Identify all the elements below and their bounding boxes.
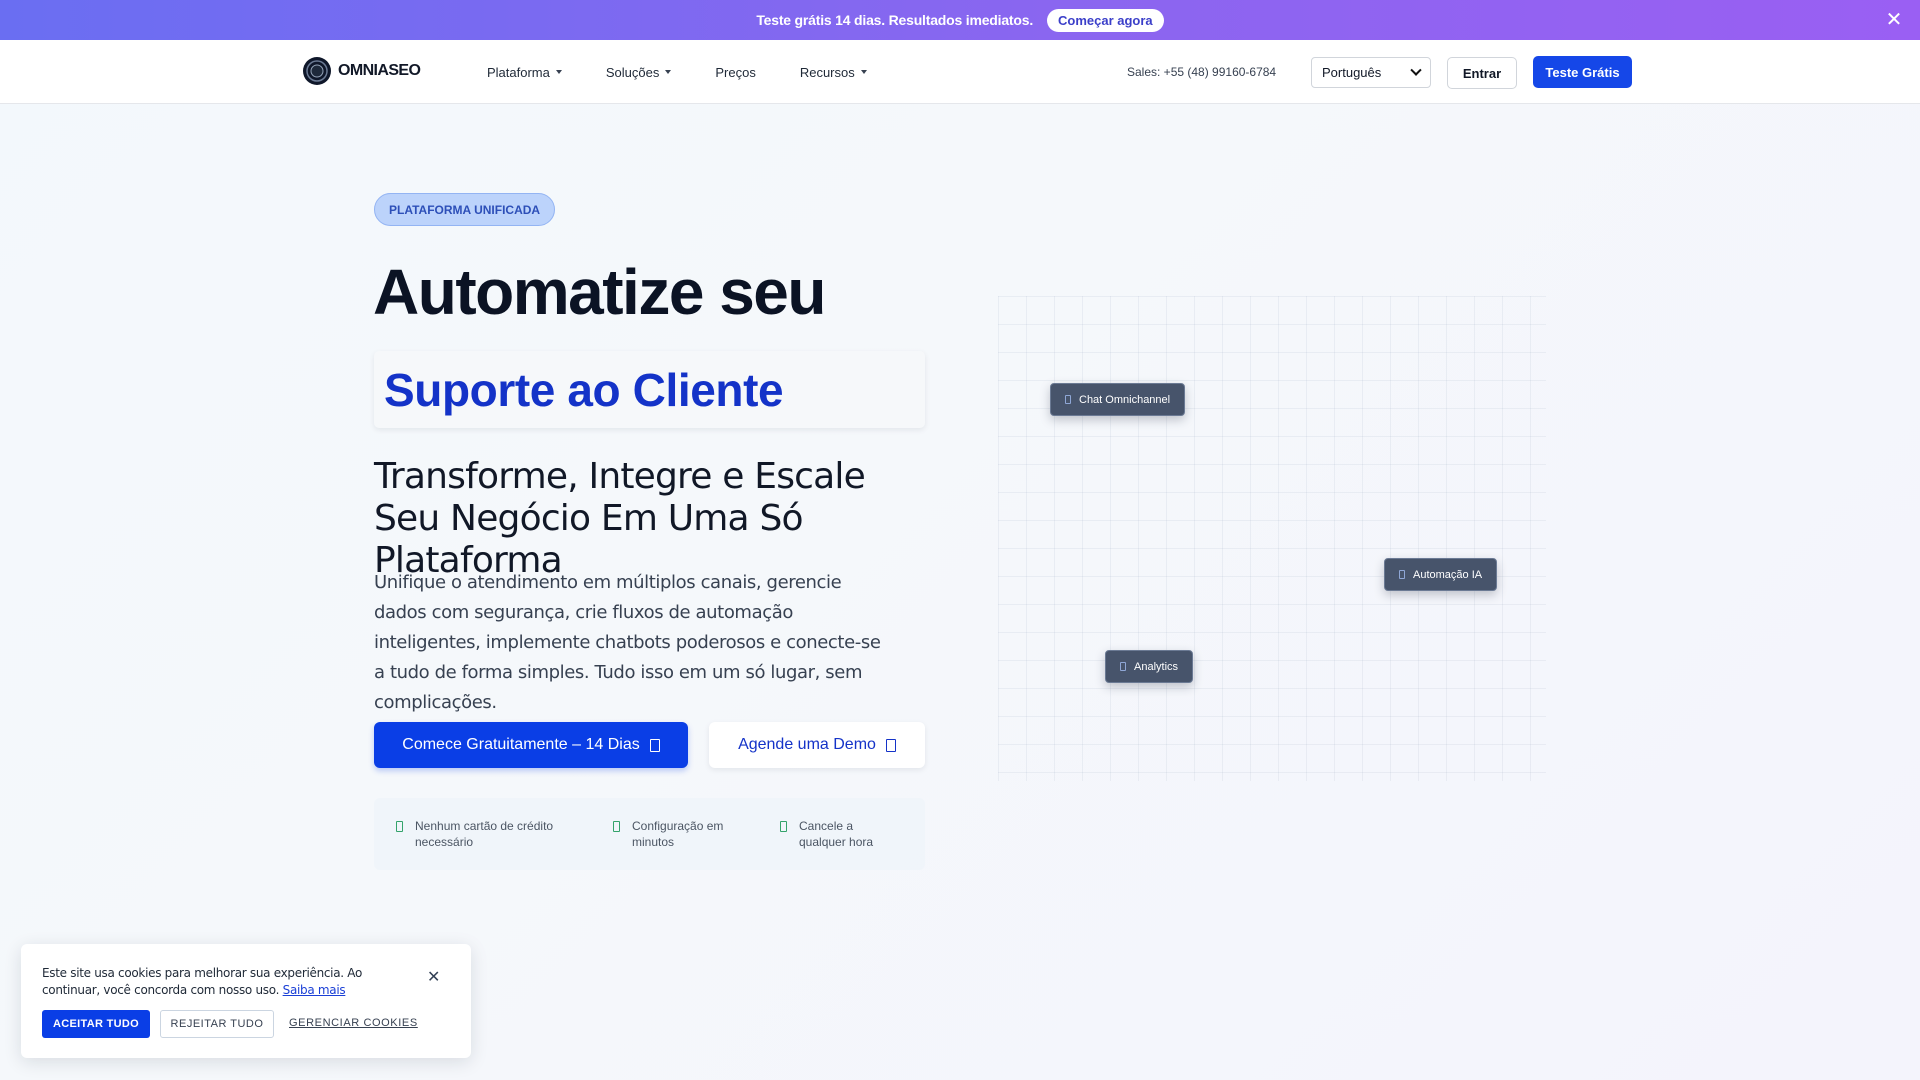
sales-phone[interactable]: Sales: +55 (48) 99160-6784 (1127, 65, 1276, 79)
caret-down-icon (665, 70, 672, 74)
perk-text: Cancele a qualquer hora (799, 819, 874, 849)
start-free-button[interactable]: Comece Gratuitamente – 14 Dias (374, 722, 688, 768)
language-value: Português (1322, 65, 1382, 80)
reject-all-cookies-button[interactable]: REJEITAR TUDO (160, 1010, 274, 1038)
chip-label: Automação IA (1413, 568, 1483, 581)
caret-down-icon (555, 70, 562, 74)
main-menu: Plataforma Soluções Preços Recursos (487, 40, 911, 104)
chip-label: Analytics (1134, 660, 1179, 673)
perk-item: Nenhum cartão de crédito necessário (396, 818, 565, 850)
platform-badge: PLATAFORMA UNIFICADA (374, 193, 556, 226)
nav-item-plataforma[interactable]: Plataforma (487, 65, 562, 80)
hero-grid-visual (998, 296, 1546, 781)
check-icon (396, 821, 403, 832)
top-navigation: OMNIASEO Plataforma Soluções Preços Recu… (0, 40, 1920, 104)
nav-item-label: Preços (715, 64, 756, 80)
robot-icon (1399, 570, 1405, 579)
nav-item-precos[interactable]: Preços (715, 65, 755, 80)
caret-down-icon (860, 70, 867, 74)
accept-all-cookies-button[interactable]: ACEITAR TUDO (42, 1010, 150, 1038)
logo-text: OMNIASEO (338, 62, 421, 79)
free-trial-button[interactable]: Teste Grátis (1533, 56, 1632, 88)
language-select[interactable]: Português (1311, 57, 1431, 88)
nav-item-label: Recursos (799, 64, 855, 80)
perk-text: Nenhum cartão de crédito necessário (415, 819, 554, 849)
promo-text: Teste grátis 14 dias. Resultados imediat… (756, 12, 1034, 28)
perk-item: Cancele a qualquer hora (780, 818, 889, 850)
hero-highlight-box: Suporte ao Cliente (374, 351, 925, 428)
hero-title: Automatize seu (373, 256, 826, 328)
chip-automacao-ia: Automação IA (1384, 558, 1498, 591)
calendar-icon (885, 738, 896, 752)
chart-icon (1120, 662, 1126, 671)
close-icon[interactable]: ✕ (427, 967, 440, 987)
logo-icon (303, 57, 331, 85)
nav-item-solucoes[interactable]: Soluções (605, 64, 672, 80)
chat-icon (1065, 395, 1071, 404)
cookie-banner: Este site usa cookies para melhorar sua … (21, 944, 471, 1058)
promo-banner: Teste grátis 14 dias. Resultados imediat… (0, 0, 1920, 40)
hero-description: Unifique o atendimento em múltiplos cana… (374, 572, 881, 713)
cookie-learn-more-link[interactable]: Saiba mais (283, 983, 346, 997)
nav-item-label: Soluções (605, 64, 660, 80)
chip-analytics: Analytics (1105, 650, 1194, 683)
hero-subtitle: Transforme, Integre e Escale Seu Negócio… (374, 456, 866, 581)
check-icon (780, 821, 787, 832)
brand-logo[interactable]: OMNIASEO (302, 56, 421, 86)
close-icon[interactable]: ✕ (1884, 10, 1904, 30)
cookie-message: Este site usa cookies para melhorar sua … (42, 965, 372, 999)
nav-item-label: Plataforma (487, 64, 550, 80)
schedule-demo-button[interactable]: Agende uma Demo (709, 722, 925, 768)
chevron-down-icon (1410, 64, 1422, 76)
arrow-icon (649, 738, 660, 752)
schedule-demo-label: Agende uma Demo (738, 736, 876, 753)
perk-text: Configuração em minutos (632, 819, 724, 849)
perk-item: Configuração em minutos (613, 818, 742, 850)
start-free-label: Comece Gratuitamente – 14 Dias (402, 736, 640, 753)
promo-start-button[interactable]: Começar agora (1047, 8, 1164, 32)
manage-cookies-link[interactable]: GERENCIAR COOKIES (289, 1017, 418, 1029)
perks-list: Nenhum cartão de crédito necessário Conf… (374, 798, 925, 870)
hero-highlight-text: Suporte ao Cliente (384, 363, 784, 416)
login-button[interactable]: Entrar (1447, 57, 1517, 89)
chip-label: Chat Omnichannel (1079, 393, 1171, 406)
chip-chat-omnichannel: Chat Omnichannel (1050, 383, 1186, 416)
check-icon (613, 821, 620, 832)
nav-item-recursos[interactable]: Recursos (800, 65, 867, 80)
